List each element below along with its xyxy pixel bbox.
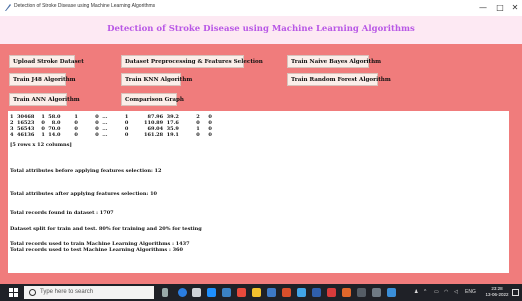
attributes-before-text: Total attributes before applying feature… <box>10 168 162 174</box>
train-ann-button[interactable]: Train ANN Algorithm <box>9 93 80 106</box>
window-titlebar: Detection of Stroke Disease using Machin… <box>0 0 522 16</box>
clock-date: 13-06-2022 <box>485 292 509 297</box>
pdf-icon[interactable] <box>327 288 336 297</box>
app-icon-red[interactable] <box>282 288 291 297</box>
microphone-icon[interactable] <box>162 288 168 297</box>
train-naive-bayes-button[interactable]: Train Naive Bayes Algorithm <box>287 55 381 68</box>
train-knn-button[interactable]: Train KNN Algorithm <box>121 73 192 86</box>
tray-battery-icon: ▭ <box>434 289 439 295</box>
edge-icon[interactable] <box>207 288 216 297</box>
test-records-text: Total records used to test Machine Learn… <box>10 247 184 253</box>
windows-start-icon[interactable] <box>9 288 18 297</box>
output-textarea[interactable]: 1 30468 1 58.0 1 0 ... 1 87.96 39.2 2 0 … <box>8 111 509 273</box>
chrome-icon[interactable] <box>237 288 246 297</box>
python-icon[interactable] <box>267 288 276 297</box>
file-explorer-icon[interactable] <box>252 288 261 297</box>
powerpoint-icon[interactable] <box>342 288 351 297</box>
minimize-button[interactable]: — <box>476 2 490 14</box>
tray-chevron-up-icon[interactable]: ^ <box>424 289 426 295</box>
search-placeholder: Type here to search <box>40 289 94 295</box>
shape-text: [5 rows x 12 columns] <box>10 142 72 148</box>
tray-language[interactable]: ENG <box>465 289 476 295</box>
feather-icon <box>5 4 11 11</box>
tray-person-icon[interactable]: ♟ <box>414 289 418 295</box>
store-icon[interactable] <box>222 288 231 297</box>
train-random-forest-button[interactable]: Train Random Forest Algorithm <box>287 73 391 86</box>
comparison-graph-button[interactable]: Comparison Graph <box>121 93 184 106</box>
tray-network-icon[interactable]: ◠ <box>444 289 448 295</box>
taskbar: Type here to search ♟ ^ ▭ ◠ ◁ ENG 23:28 … <box>0 284 522 301</box>
train-j48-button[interactable]: Train J48 Algorithm <box>9 73 76 86</box>
taskbar-clock[interactable]: 23:28 13-06-2022 <box>482 286 512 298</box>
tray-volume-icon[interactable]: ◁ <box>454 289 458 295</box>
total-records-text: Total records found in dataset : 1707 <box>10 210 114 216</box>
upload-dataset-button[interactable]: Upload Stroke Dataset <box>9 55 84 68</box>
split-text: Dataset split for train and test. 80% fo… <box>10 226 202 232</box>
app-icon-blue[interactable] <box>297 288 306 297</box>
close-button[interactable]: ✕ <box>508 2 522 14</box>
window-title: Detection of Stroke Disease using Machin… <box>14 3 156 9</box>
cortana-icon[interactable] <box>178 288 187 297</box>
attributes-after-text: Total attributes after applying features… <box>10 191 158 197</box>
search-icon <box>29 289 36 296</box>
preprocess-button[interactable]: Dataset Preprocessing & Features Selecti… <box>121 55 263 68</box>
settings-icon[interactable] <box>372 288 381 297</box>
page-title: Detection of Stroke Disease using Machin… <box>107 24 415 34</box>
terminal-icon[interactable] <box>357 288 366 297</box>
word-icon[interactable] <box>312 288 321 297</box>
notification-icon[interactable] <box>512 289 519 296</box>
maximize-button[interactable]: □ <box>493 2 507 14</box>
taskbar-search-input[interactable]: Type here to search <box>24 286 154 299</box>
data-row: 4 46136 1 14.0 0 0 ... 0 161.28 19.1 0 0 <box>10 132 212 138</box>
app-header: Detection of Stroke Disease using Machin… <box>0 16 522 44</box>
task-view-icon[interactable] <box>192 288 201 297</box>
feather-app-icon[interactable] <box>387 288 396 297</box>
